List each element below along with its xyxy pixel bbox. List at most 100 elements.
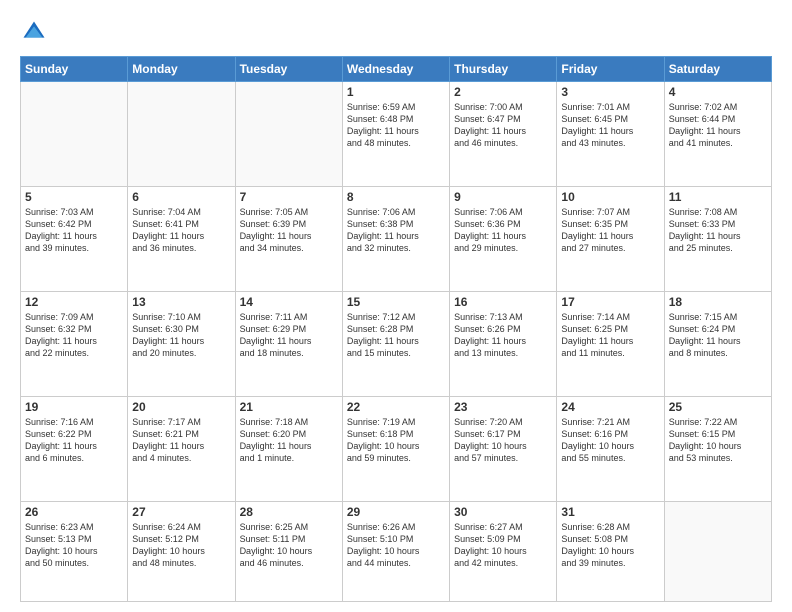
day-info: Sunrise: 7:20 AM Sunset: 6:17 PM Dayligh… bbox=[454, 416, 552, 465]
day-info: Sunrise: 7:03 AM Sunset: 6:42 PM Dayligh… bbox=[25, 206, 123, 255]
day-info: Sunrise: 7:10 AM Sunset: 6:30 PM Dayligh… bbox=[132, 311, 230, 360]
calendar-cell: 17 Sunrise: 7:14 AM Sunset: 6:25 PM Dayli… bbox=[557, 292, 664, 397]
day-info: Sunrise: 6:27 AM Sunset: 5:09 PM Dayligh… bbox=[454, 521, 552, 570]
day-number: 25 bbox=[669, 400, 767, 414]
day-info: Sunrise: 6:23 AM Sunset: 5:13 PM Dayligh… bbox=[25, 521, 123, 570]
day-info: Sunrise: 7:18 AM Sunset: 6:20 PM Dayligh… bbox=[240, 416, 338, 465]
weekday-header: Monday bbox=[128, 57, 235, 82]
calendar-cell: 6 Sunrise: 7:04 AM Sunset: 6:41 PM Daylig… bbox=[128, 187, 235, 292]
weekday-header: Wednesday bbox=[342, 57, 449, 82]
day-number: 29 bbox=[347, 505, 445, 519]
calendar-cell bbox=[21, 82, 128, 187]
calendar-cell: 21 Sunrise: 7:18 AM Sunset: 6:20 PM Dayli… bbox=[235, 397, 342, 502]
page: SundayMondayTuesdayWednesdayThursdayFrid… bbox=[0, 0, 792, 612]
day-info: Sunrise: 7:21 AM Sunset: 6:16 PM Dayligh… bbox=[561, 416, 659, 465]
day-number: 8 bbox=[347, 190, 445, 204]
day-number: 21 bbox=[240, 400, 338, 414]
calendar-cell: 27 Sunrise: 6:24 AM Sunset: 5:12 PM Dayli… bbox=[128, 502, 235, 602]
day-number: 14 bbox=[240, 295, 338, 309]
calendar-table: SundayMondayTuesdayWednesdayThursdayFrid… bbox=[20, 56, 772, 602]
calendar-cell: 16 Sunrise: 7:13 AM Sunset: 6:26 PM Dayli… bbox=[450, 292, 557, 397]
day-info: Sunrise: 7:19 AM Sunset: 6:18 PM Dayligh… bbox=[347, 416, 445, 465]
day-number: 5 bbox=[25, 190, 123, 204]
calendar-cell bbox=[235, 82, 342, 187]
calendar-cell: 23 Sunrise: 7:20 AM Sunset: 6:17 PM Dayli… bbox=[450, 397, 557, 502]
calendar-cell: 30 Sunrise: 6:27 AM Sunset: 5:09 PM Dayli… bbox=[450, 502, 557, 602]
calendar-cell: 8 Sunrise: 7:06 AM Sunset: 6:38 PM Daylig… bbox=[342, 187, 449, 292]
day-number: 6 bbox=[132, 190, 230, 204]
day-number: 30 bbox=[454, 505, 552, 519]
day-number: 16 bbox=[454, 295, 552, 309]
calendar-cell: 13 Sunrise: 7:10 AM Sunset: 6:30 PM Dayli… bbox=[128, 292, 235, 397]
day-info: Sunrise: 7:00 AM Sunset: 6:47 PM Dayligh… bbox=[454, 101, 552, 150]
calendar-week-row: 26 Sunrise: 6:23 AM Sunset: 5:13 PM Dayli… bbox=[21, 502, 772, 602]
calendar-cell: 4 Sunrise: 7:02 AM Sunset: 6:44 PM Daylig… bbox=[664, 82, 771, 187]
day-number: 26 bbox=[25, 505, 123, 519]
day-info: Sunrise: 7:06 AM Sunset: 6:38 PM Dayligh… bbox=[347, 206, 445, 255]
weekday-header: Tuesday bbox=[235, 57, 342, 82]
day-info: Sunrise: 7:14 AM Sunset: 6:25 PM Dayligh… bbox=[561, 311, 659, 360]
calendar-week-row: 12 Sunrise: 7:09 AM Sunset: 6:32 PM Dayli… bbox=[21, 292, 772, 397]
calendar-cell: 12 Sunrise: 7:09 AM Sunset: 6:32 PM Dayli… bbox=[21, 292, 128, 397]
calendar-cell: 22 Sunrise: 7:19 AM Sunset: 6:18 PM Dayli… bbox=[342, 397, 449, 502]
day-number: 23 bbox=[454, 400, 552, 414]
calendar-cell bbox=[128, 82, 235, 187]
calendar-cell: 20 Sunrise: 7:17 AM Sunset: 6:21 PM Dayli… bbox=[128, 397, 235, 502]
weekday-header: Friday bbox=[557, 57, 664, 82]
day-number: 15 bbox=[347, 295, 445, 309]
calendar-cell: 15Sunrise: 7:12 AM Sunset: 6:28 PM Dayli… bbox=[342, 292, 449, 397]
weekday-header-row: SundayMondayTuesdayWednesdayThursdayFrid… bbox=[21, 57, 772, 82]
header bbox=[20, 18, 772, 46]
day-number: 13 bbox=[132, 295, 230, 309]
day-info: Sunrise: 6:26 AM Sunset: 5:10 PM Dayligh… bbox=[347, 521, 445, 570]
day-info: Sunrise: 7:13 AM Sunset: 6:26 PM Dayligh… bbox=[454, 311, 552, 360]
weekday-header: Sunday bbox=[21, 57, 128, 82]
calendar-cell: 14 Sunrise: 7:11 AM Sunset: 6:29 PM Dayli… bbox=[235, 292, 342, 397]
weekday-header: Thursday bbox=[450, 57, 557, 82]
day-number: 7 bbox=[240, 190, 338, 204]
day-number: 27 bbox=[132, 505, 230, 519]
calendar-cell: 1 Sunrise: 6:59 AM Sunset: 6:48 PM Daylig… bbox=[342, 82, 449, 187]
day-number: 17 bbox=[561, 295, 659, 309]
calendar-week-row: 5 Sunrise: 7:03 AM Sunset: 6:42 PM Daylig… bbox=[21, 187, 772, 292]
day-info: Sunrise: 6:59 AM Sunset: 6:48 PM Dayligh… bbox=[347, 101, 445, 150]
calendar-cell: 2Sunrise: 7:00 AM Sunset: 6:47 PM Daylig… bbox=[450, 82, 557, 187]
day-info: Sunrise: 6:25 AM Sunset: 5:11 PM Dayligh… bbox=[240, 521, 338, 570]
day-info: Sunrise: 7:01 AM Sunset: 6:45 PM Dayligh… bbox=[561, 101, 659, 150]
calendar-cell: 26 Sunrise: 6:23 AM Sunset: 5:13 PM Dayli… bbox=[21, 502, 128, 602]
calendar-cell: 9Sunrise: 7:06 AM Sunset: 6:36 PM Daylig… bbox=[450, 187, 557, 292]
calendar-week-row: 1 Sunrise: 6:59 AM Sunset: 6:48 PM Daylig… bbox=[21, 82, 772, 187]
calendar-cell: 5 Sunrise: 7:03 AM Sunset: 6:42 PM Daylig… bbox=[21, 187, 128, 292]
day-info: Sunrise: 7:07 AM Sunset: 6:35 PM Dayligh… bbox=[561, 206, 659, 255]
day-number: 10 bbox=[561, 190, 659, 204]
day-number: 4 bbox=[669, 85, 767, 99]
calendar-cell: 31Sunrise: 6:28 AM Sunset: 5:08 PM Dayli… bbox=[557, 502, 664, 602]
day-info: Sunrise: 7:02 AM Sunset: 6:44 PM Dayligh… bbox=[669, 101, 767, 150]
calendar-week-row: 19Sunrise: 7:16 AM Sunset: 6:22 PM Dayli… bbox=[21, 397, 772, 502]
day-info: Sunrise: 7:09 AM Sunset: 6:32 PM Dayligh… bbox=[25, 311, 123, 360]
day-info: Sunrise: 7:11 AM Sunset: 6:29 PM Dayligh… bbox=[240, 311, 338, 360]
day-number: 12 bbox=[25, 295, 123, 309]
day-info: Sunrise: 7:22 AM Sunset: 6:15 PM Dayligh… bbox=[669, 416, 767, 465]
day-number: 31 bbox=[561, 505, 659, 519]
day-info: Sunrise: 6:24 AM Sunset: 5:12 PM Dayligh… bbox=[132, 521, 230, 570]
logo-icon bbox=[20, 18, 48, 46]
day-number: 28 bbox=[240, 505, 338, 519]
calendar-cell: 28 Sunrise: 6:25 AM Sunset: 5:11 PM Dayli… bbox=[235, 502, 342, 602]
logo bbox=[20, 18, 52, 46]
day-info: Sunrise: 7:15 AM Sunset: 6:24 PM Dayligh… bbox=[669, 311, 767, 360]
day-info: Sunrise: 7:04 AM Sunset: 6:41 PM Dayligh… bbox=[132, 206, 230, 255]
day-info: Sunrise: 7:17 AM Sunset: 6:21 PM Dayligh… bbox=[132, 416, 230, 465]
day-number: 20 bbox=[132, 400, 230, 414]
day-info: Sunrise: 7:16 AM Sunset: 6:22 PM Dayligh… bbox=[25, 416, 123, 465]
day-number: 24 bbox=[561, 400, 659, 414]
calendar-cell: 3Sunrise: 7:01 AM Sunset: 6:45 PM Daylig… bbox=[557, 82, 664, 187]
calendar-cell: 10 Sunrise: 7:07 AM Sunset: 6:35 PM Dayli… bbox=[557, 187, 664, 292]
calendar-cell: 18Sunrise: 7:15 AM Sunset: 6:24 PM Dayli… bbox=[664, 292, 771, 397]
day-info: Sunrise: 7:06 AM Sunset: 6:36 PM Dayligh… bbox=[454, 206, 552, 255]
calendar-cell: 11 Sunrise: 7:08 AM Sunset: 6:33 PM Dayli… bbox=[664, 187, 771, 292]
day-number: 22 bbox=[347, 400, 445, 414]
day-number: 11 bbox=[669, 190, 767, 204]
day-number: 1 bbox=[347, 85, 445, 99]
day-info: Sunrise: 7:08 AM Sunset: 6:33 PM Dayligh… bbox=[669, 206, 767, 255]
